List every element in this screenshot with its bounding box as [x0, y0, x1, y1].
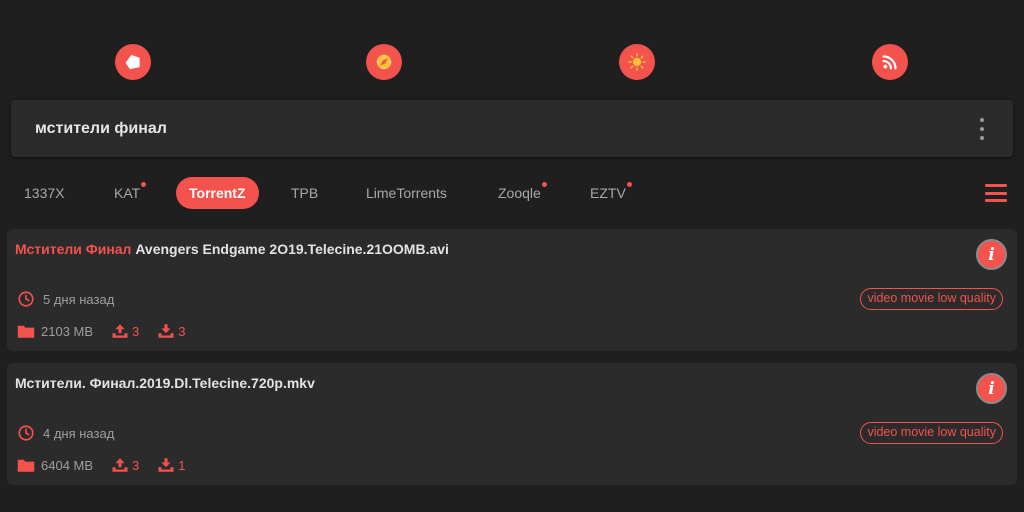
new-dot-indicator	[141, 182, 147, 187]
stats-row: 2103 MB 3 3	[17, 321, 204, 341]
tab-label: TPB	[291, 185, 319, 201]
hamburger-menu-icon[interactable]	[985, 184, 1007, 202]
compass-icon[interactable]	[366, 44, 402, 80]
info-button[interactable]: i	[976, 239, 1007, 270]
result-date: 5 дня назад	[43, 291, 115, 307]
tab-torrentz[interactable]: TorrentZ	[176, 177, 259, 209]
title-text: Avengers Endgame 2O19.Telecine.21OOMB.av…	[131, 241, 449, 257]
seeders-count: 3	[132, 457, 140, 473]
new-dot-indicator	[541, 182, 547, 187]
search-bar	[11, 100, 1013, 157]
top-nav	[0, 44, 1024, 82]
tab-label: LimeTorrents	[366, 185, 447, 201]
result-item[interactable]: Мстители. Финал.2019.Dl.Telecine.720p.mk…	[7, 363, 1017, 485]
quality-label: video movie low quality	[867, 425, 996, 439]
tab-zooqle[interactable]: Zooqle	[498, 177, 547, 209]
tab-label: KAT	[114, 185, 141, 201]
size-stat: 6404 MB	[17, 457, 93, 473]
tab-kat[interactable]: KAT	[114, 177, 147, 209]
new-dot-indicator	[626, 182, 632, 187]
seeders-stat: 3	[111, 457, 139, 473]
stats-row: 6404 MB 3 1	[17, 455, 204, 475]
upload-icon	[112, 324, 128, 338]
result-title: Мстители. Финал.2019.Dl.Telecine.720p.mk…	[15, 375, 315, 391]
date-row: 5 дня назад	[17, 289, 114, 309]
file-size: 2103 MB	[41, 323, 94, 339]
app-root: 1337X KAT TorrentZ TPB LimeTorrents Zooq…	[0, 0, 1024, 512]
title-text: Мстители. Финал.2019.Dl.Telecine.720p.mk…	[15, 375, 315, 391]
more-options-icon[interactable]	[977, 118, 987, 140]
title-highlight: Мстители Финал	[15, 241, 132, 257]
leechers-stat: 1	[157, 457, 186, 473]
file-size: 6404 MB	[41, 457, 94, 473]
upload-icon	[112, 458, 128, 472]
tab-eztv[interactable]: EZTV	[590, 177, 632, 209]
sun-icon[interactable]	[619, 44, 655, 80]
quality-badge: video movie low quality	[860, 288, 1003, 310]
tab-limetorrents[interactable]: LimeTorrents	[366, 177, 447, 209]
download-icon	[158, 458, 174, 472]
size-stat: 2103 MB	[17, 323, 93, 339]
seeders-stat: 3	[111, 323, 139, 339]
folder-icon	[17, 459, 35, 472]
download-icon	[158, 324, 174, 338]
info-button[interactable]: i	[976, 373, 1007, 404]
tab-label: TorrentZ	[189, 185, 246, 201]
date-row: 4 дня назад	[17, 423, 114, 443]
tab-1337x[interactable]: 1337X	[24, 177, 64, 209]
leechers-count: 3	[178, 323, 186, 339]
quality-badge: video movie low quality	[860, 422, 1003, 444]
tab-label: 1337X	[24, 185, 65, 201]
home-icon[interactable]	[115, 44, 151, 80]
search-input[interactable]	[35, 100, 935, 157]
result-item[interactable]: Мстители Финал Avengers Endgame 2O19.Tel…	[7, 229, 1017, 351]
rss-icon[interactable]	[872, 44, 908, 80]
source-tabs: 1337X KAT TorrentZ TPB LimeTorrents Zooq…	[0, 177, 1024, 209]
tab-label: EZTV	[590, 185, 626, 201]
folder-icon	[17, 325, 35, 338]
clock-icon	[18, 291, 34, 307]
quality-label: video movie low quality	[867, 291, 996, 305]
seeders-count: 3	[132, 323, 140, 339]
leechers-stat: 3	[157, 323, 186, 339]
leechers-count: 1	[178, 457, 186, 473]
tab-tpb[interactable]: TPB	[291, 177, 318, 209]
result-date: 4 дня назад	[43, 425, 115, 441]
result-title: Мстители Финал Avengers Endgame 2O19.Tel…	[15, 241, 449, 257]
tab-label: Zooqle	[498, 185, 541, 201]
clock-icon	[18, 425, 34, 441]
